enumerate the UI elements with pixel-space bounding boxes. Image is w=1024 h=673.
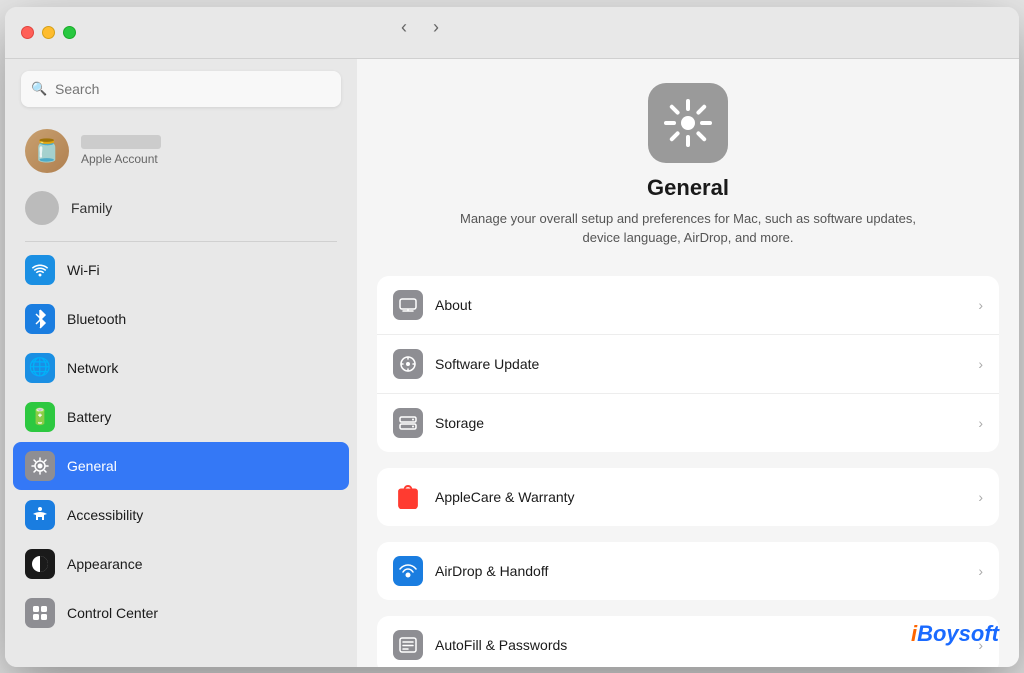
settings-group-1: About › Software Update › xyxy=(377,276,999,452)
wifi-icon xyxy=(25,255,55,285)
airdrop-row[interactable]: AirDrop & Handoff › xyxy=(377,542,999,600)
network-label: Network xyxy=(67,360,118,376)
family-item[interactable]: Family xyxy=(13,183,349,233)
wifi-label: Wi-Fi xyxy=(67,262,100,278)
about-chevron: › xyxy=(978,297,983,313)
applecare-chevron: › xyxy=(978,489,983,505)
bluetooth-icon xyxy=(25,304,55,334)
account-label: Apple Account xyxy=(81,152,161,166)
software-update-label: Software Update xyxy=(435,356,978,372)
about-row[interactable]: About › xyxy=(377,276,999,335)
sidebar-item-accessibility[interactable]: Accessibility xyxy=(13,491,349,539)
forward-button[interactable]: › xyxy=(422,13,450,41)
account-name-blurred xyxy=(81,135,161,149)
network-icon: 🌐 xyxy=(25,353,55,383)
close-button[interactable] xyxy=(21,26,34,39)
settings-group-3: AirDrop & Handoff › xyxy=(377,542,999,600)
storage-row[interactable]: Storage › xyxy=(377,394,999,452)
sidebar-item-appearance[interactable]: Appearance xyxy=(13,540,349,588)
watermark-brand: Boysoft xyxy=(917,621,999,646)
back-button[interactable]: ‹ xyxy=(390,13,418,41)
account-item[interactable]: 🫙 Apple Account xyxy=(13,119,349,183)
software-update-row[interactable]: Software Update › xyxy=(377,335,999,394)
account-info: Apple Account xyxy=(81,135,161,166)
sidebar-item-wifi[interactable]: Wi-Fi xyxy=(13,246,349,294)
accessibility-icon xyxy=(25,500,55,530)
airdrop-chevron: › xyxy=(978,563,983,579)
search-input[interactable] xyxy=(21,71,341,107)
control-center-label: Control Center xyxy=(67,605,158,621)
maximize-button[interactable] xyxy=(63,26,76,39)
control-center-icon xyxy=(25,598,55,628)
accessibility-label: Accessibility xyxy=(67,507,143,523)
divider xyxy=(25,241,337,242)
sidebar-item-battery[interactable]: 🔋 Battery xyxy=(13,393,349,441)
storage-icon xyxy=(393,408,423,438)
appearance-icon xyxy=(25,549,55,579)
autofill-row[interactable]: AutoFill & Passwords › xyxy=(377,616,999,667)
sidebar-item-general[interactable]: General xyxy=(13,442,349,490)
applecare-icon xyxy=(393,482,423,512)
battery-icon: 🔋 xyxy=(25,402,55,432)
applecare-row[interactable]: AppleCare & Warranty › xyxy=(377,468,999,526)
search-wrapper: 🔍 xyxy=(21,71,341,107)
panel-title: General xyxy=(647,175,729,201)
autofill-icon xyxy=(393,630,423,660)
family-label: Family xyxy=(71,200,112,216)
about-icon xyxy=(393,290,423,320)
applecare-label: AppleCare & Warranty xyxy=(435,489,978,505)
airdrop-icon xyxy=(393,556,423,586)
bluetooth-label: Bluetooth xyxy=(67,311,126,327)
storage-chevron: › xyxy=(978,415,983,431)
sidebar-list: 🫙 Apple Account Family xyxy=(5,115,357,659)
sidebar-item-network[interactable]: 🌐 Network xyxy=(13,344,349,392)
titlebar: ‹ › xyxy=(5,7,1019,59)
airdrop-label: AirDrop & Handoff xyxy=(435,563,978,579)
software-update-chevron: › xyxy=(978,356,983,372)
sidebar-item-control-center[interactable]: Control Center xyxy=(13,589,349,637)
main-panel: General Manage your overall setup and pr… xyxy=(357,59,1019,667)
about-label: About xyxy=(435,297,978,313)
content-area: 🔍 🫙 Apple Account Family xyxy=(5,59,1019,667)
software-update-icon xyxy=(393,349,423,379)
general-label: General xyxy=(67,458,117,474)
traffic-lights xyxy=(21,26,76,39)
general-panel-icon xyxy=(648,83,728,163)
battery-label: Battery xyxy=(67,409,111,425)
minimize-button[interactable] xyxy=(42,26,55,39)
panel-content: About › Software Update › xyxy=(357,276,1019,667)
panel-description: Manage your overall setup and preference… xyxy=(458,209,918,248)
sidebar-item-bluetooth[interactable]: Bluetooth xyxy=(13,295,349,343)
avatar: 🫙 xyxy=(25,129,69,173)
panel-header: General Manage your overall setup and pr… xyxy=(357,59,1019,276)
search-container: 🔍 xyxy=(5,59,357,115)
storage-label: Storage xyxy=(435,415,978,431)
general-icon xyxy=(25,451,55,481)
sidebar: 🔍 🫙 Apple Account Family xyxy=(5,59,357,667)
settings-group-2: AppleCare & Warranty › xyxy=(377,468,999,526)
family-avatar xyxy=(25,191,59,225)
watermark: iBoysoft xyxy=(911,621,999,647)
settings-group-4: AutoFill & Passwords › xyxy=(377,616,999,667)
autofill-label: AutoFill & Passwords xyxy=(435,637,978,653)
window: ‹ › 🔍 🫙 Apple Account xyxy=(5,7,1019,667)
appearance-label: Appearance xyxy=(67,556,143,572)
